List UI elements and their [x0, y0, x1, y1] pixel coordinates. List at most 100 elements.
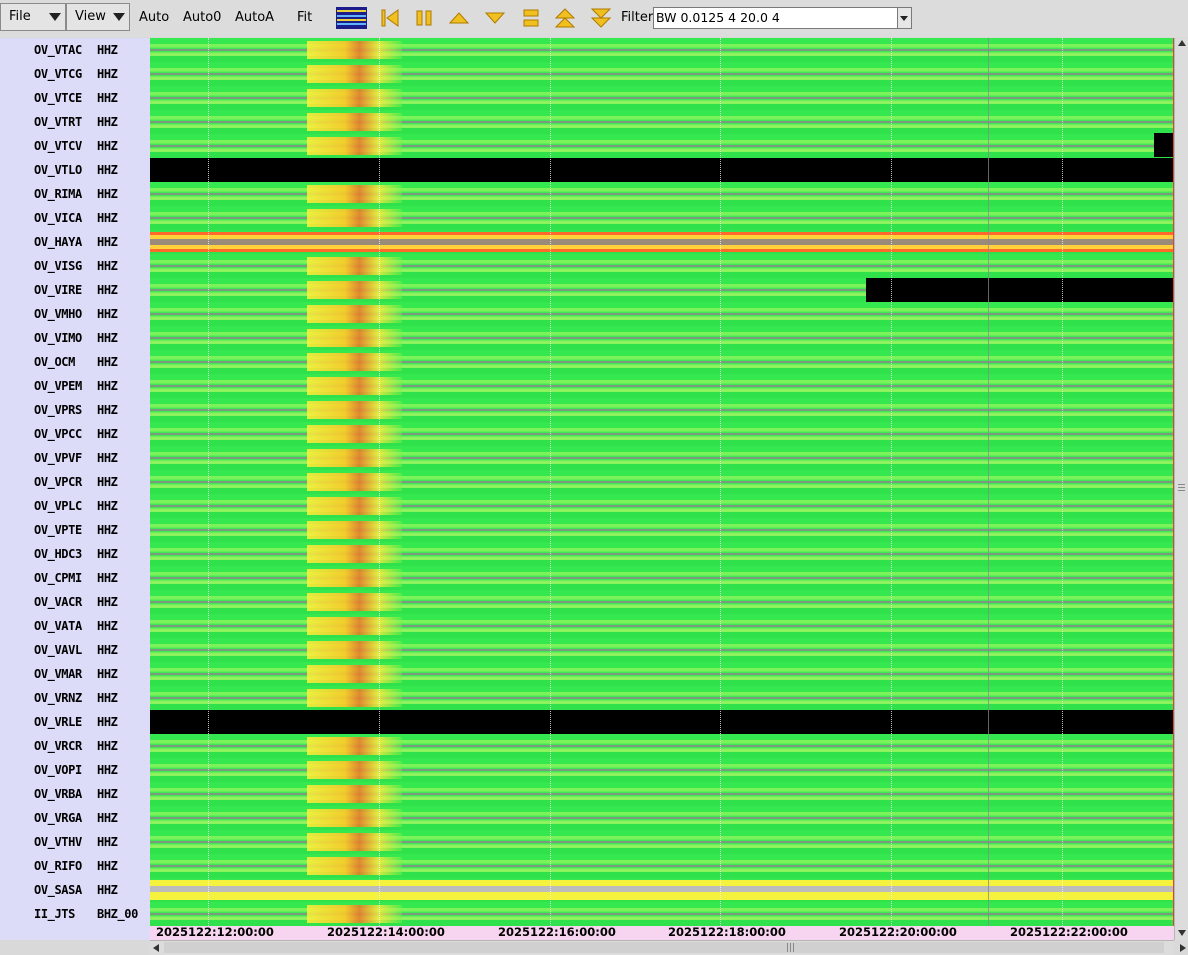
waveform-trace[interactable] — [150, 566, 1174, 590]
waveform-trace[interactable] — [150, 686, 1174, 710]
waveform-trace[interactable] — [150, 86, 1174, 110]
time-cursor-line[interactable] — [988, 38, 989, 926]
pause-icon[interactable] — [413, 7, 435, 29]
waveform-trace[interactable] — [150, 758, 1174, 782]
trace-line — [150, 385, 1174, 387]
waveform-trace[interactable] — [150, 638, 1174, 662]
station-channel: HHZ — [97, 595, 118, 609]
horizontal-scroll-thumb[interactable] — [164, 942, 1164, 953]
station-name: OV_VTLO — [34, 163, 82, 177]
waveform-trace[interactable] — [150, 734, 1174, 758]
waveform-trace[interactable] — [150, 398, 1174, 422]
spectrogram-icon[interactable] — [336, 7, 367, 29]
scroll-right-arrow-icon[interactable] — [1180, 944, 1186, 952]
waveform-trace[interactable] — [150, 134, 1174, 158]
event-burst — [307, 377, 402, 395]
waveform-trace[interactable] — [150, 254, 1174, 278]
station-name: OV_VPCR — [34, 475, 82, 489]
station-channel: HHZ — [97, 67, 118, 81]
event-burst — [307, 209, 402, 227]
event-burst — [307, 305, 402, 323]
trace-line — [150, 553, 1174, 555]
waveform-trace[interactable] — [150, 494, 1174, 518]
station-name: OV_VACR — [34, 595, 82, 609]
waveform-trace[interactable] — [150, 326, 1174, 350]
page-up-icon[interactable] — [554, 7, 576, 29]
station-name: OV_VTRT — [34, 115, 82, 129]
station-name: OV_VTCG — [34, 67, 82, 81]
scroll-up-icon[interactable] — [448, 7, 470, 29]
waveform-trace[interactable] — [150, 662, 1174, 686]
waveform-trace[interactable] — [150, 518, 1174, 542]
waveform-trace[interactable] — [150, 374, 1174, 398]
file-menu-button[interactable]: File — [0, 3, 66, 31]
event-burst — [307, 257, 402, 275]
waveform-trace[interactable] — [150, 854, 1174, 878]
trace-line — [150, 145, 1174, 147]
scroll-left-arrow-icon[interactable] — [153, 944, 159, 952]
scroll-grip-icon[interactable] — [1178, 484, 1185, 492]
station-name: OV_VAVL — [34, 643, 82, 657]
page-down-icon[interactable] — [590, 7, 612, 29]
station-name: OV_VMHO — [34, 307, 82, 321]
waveform-trace[interactable] — [150, 38, 1174, 62]
trace-line — [150, 745, 1174, 747]
chevron-down-icon — [113, 13, 125, 21]
vertical-scrollbar[interactable] — [1174, 38, 1188, 940]
event-burst — [307, 737, 402, 755]
waveform-plot[interactable] — [150, 38, 1174, 926]
scroll-down-icon[interactable] — [484, 7, 506, 29]
scroll-up-arrow-icon[interactable] — [1178, 40, 1186, 46]
waveform-trace[interactable] — [150, 422, 1174, 446]
go-start-icon[interactable] — [379, 7, 401, 29]
waveform-trace[interactable] — [150, 782, 1174, 806]
scroll-down-arrow-icon[interactable] — [1178, 930, 1186, 936]
station-name: OV_VRNZ — [34, 691, 82, 705]
trace-line — [150, 121, 1174, 123]
scroll-grip-icon[interactable] — [787, 943, 795, 952]
waveform-trace[interactable] — [150, 182, 1174, 206]
waveform-trace[interactable] — [150, 902, 1174, 926]
station-channel: HHZ — [97, 283, 118, 297]
event-burst — [307, 281, 402, 299]
station-channel: HHZ — [97, 619, 118, 633]
auto-button[interactable]: Auto — [139, 10, 169, 25]
waveform-trace[interactable] — [150, 614, 1174, 638]
waveform-trace[interactable] — [150, 446, 1174, 470]
waveform-trace[interactable] — [150, 302, 1174, 326]
waveform-trace[interactable] — [150, 830, 1174, 854]
data-gap — [150, 710, 1174, 734]
time-tick-label: 2025122:18:00:00 — [668, 925, 786, 939]
station-name: OV_VPTE — [34, 523, 82, 537]
chevron-down-icon[interactable] — [897, 8, 911, 28]
auto0-button[interactable]: Auto0 — [183, 10, 221, 25]
fit-button[interactable]: Fit — [297, 10, 312, 25]
waveform-trace[interactable] — [150, 350, 1174, 374]
waveform-trace[interactable] — [150, 542, 1174, 566]
station-channel: HHZ — [97, 643, 118, 657]
compress-icon[interactable] — [520, 7, 542, 29]
station-name: OV_VTCE — [34, 91, 82, 105]
filter-select[interactable]: BW 0.0125 4 20.0 4 — [653, 7, 912, 29]
trace-line — [150, 313, 1174, 315]
time-tick-label: 2025122:22:00:00 — [1010, 925, 1128, 939]
event-burst — [307, 401, 402, 419]
time-gridline — [379, 38, 380, 926]
station-channel: HHZ — [97, 667, 118, 681]
data-gap — [866, 278, 1174, 302]
station-name: OV_VPLC — [34, 499, 82, 513]
event-burst — [307, 353, 402, 371]
view-menu-button[interactable]: View — [66, 3, 130, 31]
noise-band — [150, 232, 1174, 252]
waveform-trace[interactable] — [150, 206, 1174, 230]
time-gridline — [208, 38, 209, 926]
waveform-trace[interactable] — [150, 110, 1174, 134]
trace-line — [150, 361, 1174, 363]
waveform-trace[interactable] — [150, 590, 1174, 614]
waveform-trace[interactable] — [150, 62, 1174, 86]
waveform-trace[interactable] — [150, 470, 1174, 494]
autoa-button[interactable]: AutoA — [235, 10, 274, 25]
horizontal-scrollbar[interactable] — [150, 940, 1186, 955]
file-menu-label: File — [9, 9, 31, 24]
waveform-trace[interactable] — [150, 806, 1174, 830]
